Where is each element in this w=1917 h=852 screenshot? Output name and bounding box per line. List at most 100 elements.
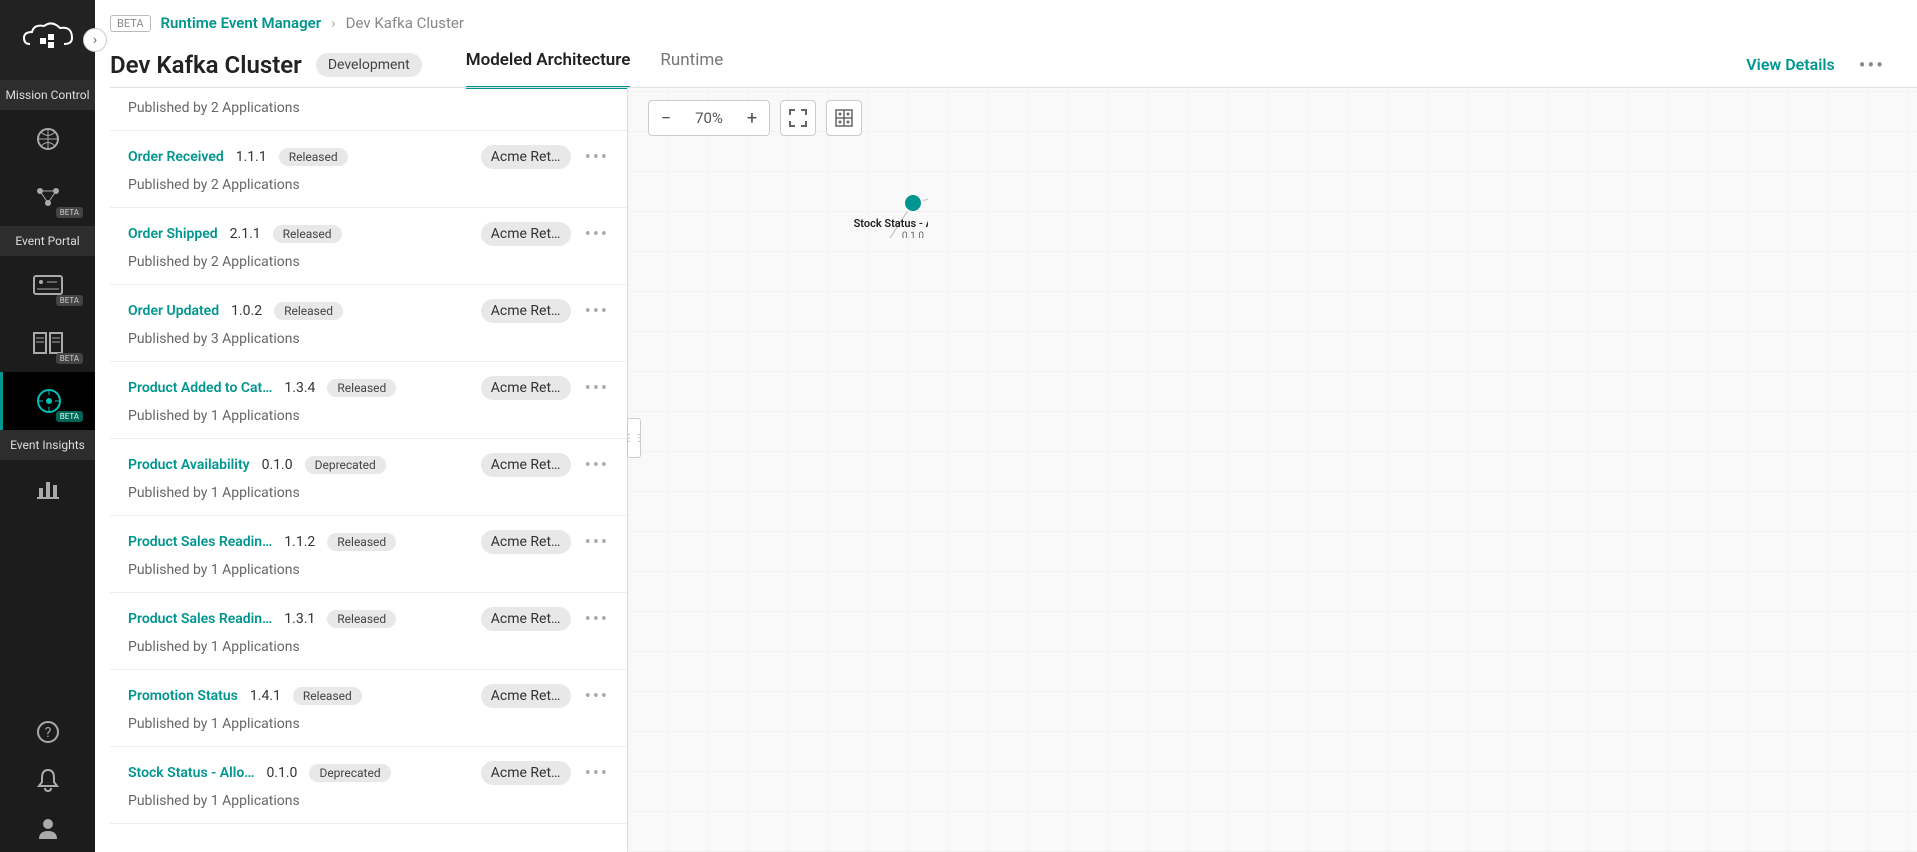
beta-badge: BETA xyxy=(56,207,83,218)
svg-text:0.1.0: 0.1.0 xyxy=(902,231,925,238)
event-row-more-button[interactable]: ••• xyxy=(585,532,609,553)
beta-badge: BETA xyxy=(56,295,83,306)
title-row: Dev Kafka Cluster Development Modeled Ar… xyxy=(110,36,1917,89)
event-name-link[interactable]: Promotion Status xyxy=(128,688,238,704)
catalog-icon xyxy=(33,332,63,354)
nav-notifications[interactable] xyxy=(0,756,95,804)
event-status-pill: Deprecated xyxy=(305,456,386,474)
zoom-control: − 70% + xyxy=(648,100,770,136)
environment-chip: Development xyxy=(316,53,422,77)
event-status-pill: Released xyxy=(327,379,396,397)
event-name-link[interactable]: Product Sales Readin… xyxy=(128,534,272,550)
event-row-more-button[interactable]: ••• xyxy=(585,301,609,322)
header-more-button[interactable]: ••• xyxy=(1851,53,1893,77)
event-row[interactable]: Product Sales Readin… 1.3.1 Released Acm… xyxy=(110,593,627,670)
event-version: 0.1.0 xyxy=(266,765,297,781)
nav-item-mesh-manager[interactable]: BETA xyxy=(0,168,95,226)
event-published-by: Published by 1 Applications xyxy=(128,562,609,578)
event-name-link[interactable]: Stock Status - Allo… xyxy=(128,765,254,781)
graph-pane[interactable]: − 70% + Order Management System2.1.0Lega… xyxy=(628,88,1917,852)
grid-icon xyxy=(835,109,853,127)
fit-to-screen-button[interactable] xyxy=(780,100,816,136)
event-published-by: Published by 1 Applications xyxy=(128,793,609,809)
event-name-link[interactable]: Order Received xyxy=(128,149,224,165)
nav-item-cluster-manager[interactable] xyxy=(0,110,95,168)
user-icon xyxy=(37,817,59,839)
bell-icon xyxy=(37,768,59,792)
event-status-pill: Released xyxy=(327,533,396,551)
designer-icon xyxy=(33,275,63,295)
event-row-more-button[interactable]: ••• xyxy=(585,763,609,784)
zoom-in-button[interactable]: + xyxy=(735,101,769,135)
event-name-link[interactable]: Order Shipped xyxy=(128,226,218,242)
nav-item-catalog[interactable]: BETA xyxy=(0,314,95,372)
event-row[interactable]: Stock Status - Allo… 0.1.0 Deprecated Ac… xyxy=(110,747,627,824)
event-name-link[interactable]: Product Sales Readin… xyxy=(128,611,272,627)
tab-modeled-architecture[interactable]: Modeled Architecture xyxy=(466,40,631,89)
event-published-by: Published by 1 Applications xyxy=(128,716,609,732)
event-row[interactable]: Order Updated 1.0.2 Released Acme Ret… •… xyxy=(110,285,627,362)
breadcrumb-root[interactable]: Runtime Event Manager xyxy=(161,14,322,32)
nav-section-portal: Event Portal xyxy=(0,226,95,256)
event-domain-pill[interactable]: Acme Ret… xyxy=(481,299,571,323)
event-row-more-button[interactable]: ••• xyxy=(585,609,609,630)
view-details-link[interactable]: View Details xyxy=(1746,55,1834,74)
nav-logo: › xyxy=(0,0,95,80)
nav-expand-toggle[interactable]: › xyxy=(83,28,107,52)
nav-profile[interactable] xyxy=(0,804,95,852)
nav-item-designer[interactable]: BETA xyxy=(0,256,95,314)
nav-section-insights: Event Insights xyxy=(0,430,95,460)
event-row-more-button[interactable]: ••• xyxy=(585,224,609,245)
event-domain-pill[interactable]: Acme Ret… xyxy=(481,453,571,477)
event-row-more-button[interactable]: ••• xyxy=(585,686,609,707)
event-status-pill: Released xyxy=(279,148,348,166)
event-domain-pill[interactable]: Acme Ret… xyxy=(481,684,571,708)
fullscreen-icon xyxy=(789,109,807,127)
event-status-pill: Deprecated xyxy=(309,764,390,782)
splitter-handle[interactable]: ⋮⋮ xyxy=(627,418,641,458)
event-row[interactable]: Product Availability 0.1.0 Deprecated Ac… xyxy=(110,439,627,516)
event-row[interactable]: Order Shipped 2.1.1 Released Acme Ret… •… xyxy=(110,208,627,285)
event-list[interactable]: Published by 2 Applications Order Receiv… xyxy=(110,88,628,852)
event-row-more-button[interactable]: ••• xyxy=(585,455,609,476)
event-status-pill: Released xyxy=(274,302,343,320)
nav-item-runtime-event-manager[interactable]: BETA xyxy=(0,372,95,430)
zoom-out-button[interactable]: − xyxy=(649,101,683,135)
event-row[interactable]: Order Received 1.1.1 Released Acme Ret… … xyxy=(110,131,627,208)
event-status-pill: Released xyxy=(293,687,362,705)
breadcrumb-current: Dev Kafka Cluster xyxy=(346,14,464,32)
event-domain-pill[interactable]: Acme Ret… xyxy=(481,761,571,785)
event-row[interactable]: Product Added to Cat… 1.3.4 Released Acm… xyxy=(110,362,627,439)
event-name-link[interactable]: Order Updated xyxy=(128,303,219,319)
event-domain-pill[interactable]: Acme Ret… xyxy=(481,376,571,400)
event-status-pill: Released xyxy=(327,610,396,628)
svg-text:?: ? xyxy=(44,725,51,741)
event-row[interactable]: Product Sales Readin… 1.1.2 Released Acm… xyxy=(110,516,627,593)
event-domain-pill[interactable]: Acme Ret… xyxy=(481,607,571,631)
event-row-more-button[interactable]: ••• xyxy=(585,147,609,168)
event-published-by: Published by 1 Applications xyxy=(128,639,609,655)
event-row[interactable]: Promotion Status 1.4.1 Released Acme Ret… xyxy=(110,670,627,747)
event-row-more-button[interactable]: ••• xyxy=(585,378,609,399)
event-version: 0.1.0 xyxy=(262,457,293,473)
tab-runtime[interactable]: Runtime xyxy=(660,40,723,89)
event-name-link[interactable]: Product Availability xyxy=(128,457,250,473)
event-domain-pill[interactable]: Acme Ret… xyxy=(481,222,571,246)
event-domain-pill[interactable]: Acme Ret… xyxy=(481,145,571,169)
grid-toggle-button[interactable] xyxy=(826,100,862,136)
event-domain-pill[interactable]: Acme Ret… xyxy=(481,530,571,554)
breadcrumb-separator: › xyxy=(331,14,336,32)
graph-toolbar: − 70% + xyxy=(648,100,862,136)
breadcrumb: BETA Runtime Event Manager › Dev Kafka C… xyxy=(110,0,1917,36)
content: Published by 2 Applications Order Receiv… xyxy=(110,88,1917,852)
nav-item-insights[interactable] xyxy=(0,460,95,518)
event-row[interactable]: Published by 2 Applications xyxy=(110,88,627,131)
help-icon: ? xyxy=(36,720,60,744)
event-name-link[interactable]: Product Added to Cat… xyxy=(128,380,272,396)
event-status-pill: Released xyxy=(273,225,342,243)
nav-help[interactable]: ? xyxy=(0,708,95,756)
event-version: 1.3.4 xyxy=(284,380,315,396)
beta-chip: BETA xyxy=(110,15,151,32)
page-title: Dev Kafka Cluster xyxy=(110,51,302,79)
graph-event-node[interactable]: Stock Status - Allocated0.1.0 xyxy=(854,195,928,238)
